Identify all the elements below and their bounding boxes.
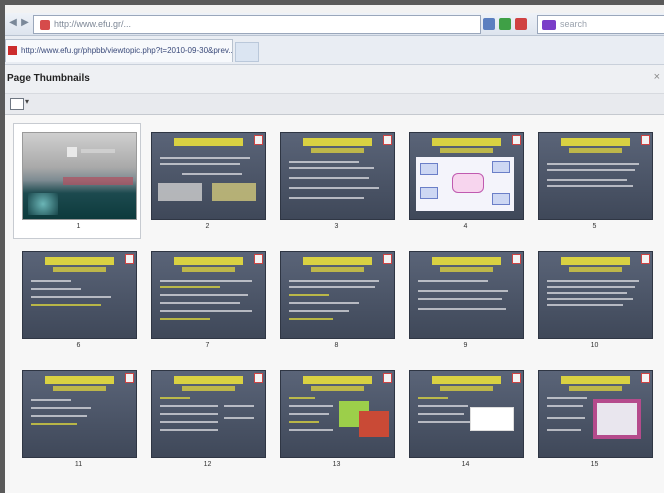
- thumbnails-area: 1 2 3 4 5 6 7 8 9 10 11 12 13 14 15: [5, 115, 664, 493]
- page-number: 11: [74, 461, 83, 468]
- search-input[interactable]: search: [537, 15, 664, 34]
- pdf-icon: [8, 46, 17, 56]
- chevron-down-icon[interactable]: ▾: [25, 97, 29, 106]
- page-number: 3: [334, 223, 339, 230]
- page-thumbnail-11[interactable]: 11: [15, 363, 144, 482]
- page-number: 1: [76, 223, 81, 230]
- page-thumbnail-3[interactable]: 3: [273, 125, 402, 244]
- panel-title: Page Thumbnails: [7, 73, 90, 84]
- tab-document[interactable]: http://www.efu.gr/phpbb/viewtopic.php?t=…: [5, 39, 233, 62]
- new-tab-button[interactable]: [235, 42, 259, 62]
- stop-icon[interactable]: [515, 18, 527, 30]
- page-number: 9: [463, 342, 468, 349]
- search-placeholder: search: [560, 19, 588, 29]
- page-number: 10: [590, 342, 599, 349]
- browser-window: ◀ ▶ http://www.efu.gr/... search http://…: [5, 5, 664, 493]
- thumbnails-panel-header: Page Thumbnails ×: [5, 65, 664, 94]
- thumbnail-options-icon[interactable]: [10, 98, 24, 110]
- dropdown-icon[interactable]: [483, 18, 495, 30]
- thumbnail-grid: 1 2 3 4 5 6 7 8 9 10 11 12 13 14 15: [13, 123, 664, 482]
- site-favicon-icon: [40, 19, 50, 30]
- thumbnails-toolbar: ▾: [5, 94, 664, 115]
- slide-image: [22, 370, 137, 458]
- close-icon[interactable]: ×: [654, 71, 660, 83]
- address-toolbar: ◀ ▶ http://www.efu.gr/... search: [5, 13, 664, 36]
- page-thumbnail-5[interactable]: 5: [531, 125, 660, 244]
- back-icon[interactable]: ◀: [7, 17, 19, 31]
- page-thumbnail-9[interactable]: 9: [402, 244, 531, 363]
- page-number: 5: [592, 223, 597, 230]
- page-thumbnail-6[interactable]: 6: [15, 244, 144, 363]
- slide-image: [151, 251, 266, 339]
- address-url: http://www.efu.gr/...: [54, 19, 132, 29]
- tab-bar: http://www.efu.gr/phpbb/viewtopic.php?t=…: [5, 36, 664, 65]
- page-number: 15: [590, 461, 599, 468]
- page-number: 7: [205, 342, 210, 349]
- page-thumbnail-8[interactable]: 8: [273, 244, 402, 363]
- page-thumbnail-2[interactable]: 2: [144, 125, 273, 244]
- slide-image: [409, 132, 524, 220]
- slide-image: [538, 251, 653, 339]
- page-thumbnail-14[interactable]: 14: [402, 363, 531, 482]
- page-thumbnail-10[interactable]: 10: [531, 244, 660, 363]
- page-thumbnail-1[interactable]: 1: [13, 123, 144, 244]
- forward-icon[interactable]: ▶: [19, 17, 31, 31]
- search-engine-icon[interactable]: [542, 19, 556, 30]
- slide-image: [280, 132, 395, 220]
- slide-image: [151, 132, 266, 220]
- page-thumbnail-4[interactable]: 4: [402, 125, 531, 244]
- slide-image: [22, 251, 137, 339]
- tab-title: http://www.efu.gr/phpbb/viewtopic.php?t=…: [21, 46, 233, 55]
- page-thumbnail-13[interactable]: 13: [273, 363, 402, 482]
- page-thumbnail-15[interactable]: 15: [531, 363, 660, 482]
- page-thumbnail-7[interactable]: 7: [144, 244, 273, 363]
- slide-image: [538, 132, 653, 220]
- page-number: 6: [76, 342, 81, 349]
- go-icon[interactable]: [499, 18, 511, 30]
- page-number: 13: [332, 461, 341, 468]
- page-number: 2: [205, 223, 210, 230]
- slide-image: [280, 251, 395, 339]
- page-number: 4: [463, 223, 468, 230]
- page-thumbnail-12[interactable]: 12: [144, 363, 273, 482]
- slide-image: [409, 251, 524, 339]
- page-number: 12: [203, 461, 212, 468]
- address-field[interactable]: http://www.efu.gr/...: [33, 15, 481, 34]
- slide-image: [151, 370, 266, 458]
- page-number: 14: [461, 461, 470, 468]
- slide-image: [22, 132, 137, 220]
- slide-image: [538, 370, 653, 458]
- page-number: 8: [334, 342, 339, 349]
- slide-image: [409, 370, 524, 458]
- slide-image: [280, 370, 395, 458]
